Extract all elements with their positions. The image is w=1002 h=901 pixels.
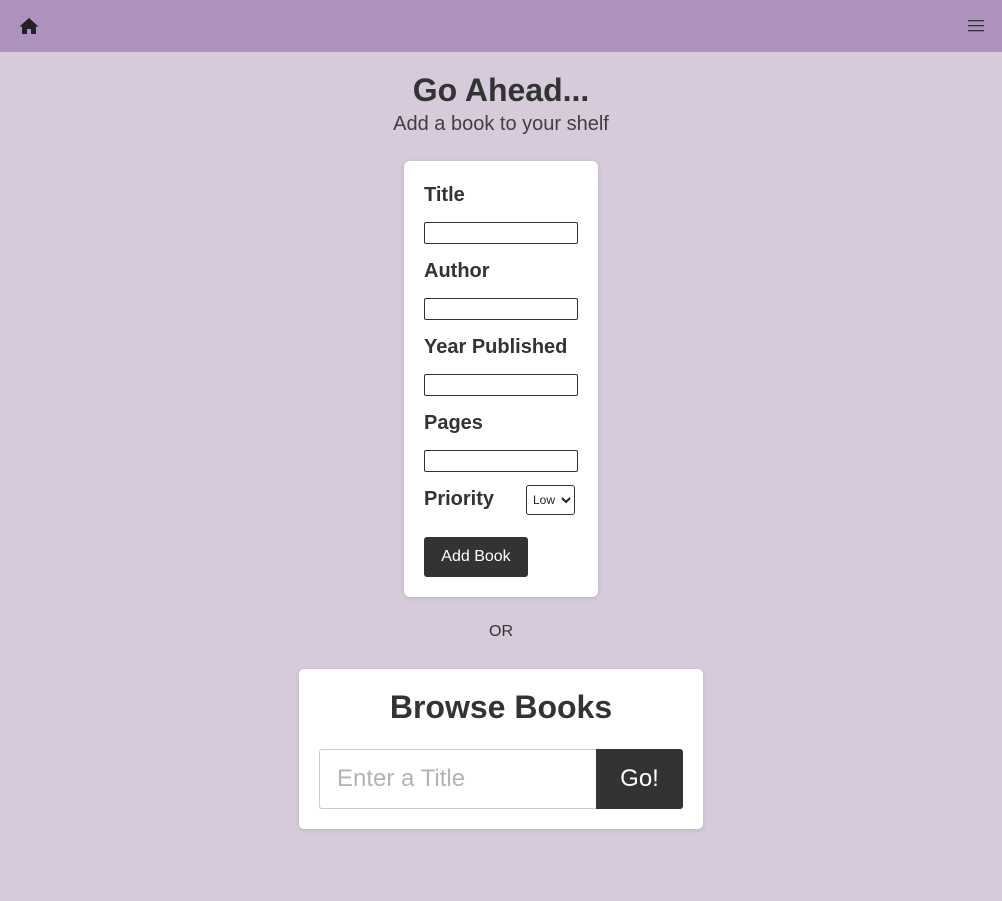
hamburger-menu-icon[interactable]	[967, 18, 985, 33]
title-label: Title	[424, 184, 465, 206]
browse-books-card: Browse Books Go!	[299, 669, 703, 829]
title-input[interactable]	[424, 222, 578, 244]
pages-input[interactable]	[424, 450, 578, 472]
title-search-input[interactable]	[319, 749, 597, 809]
page-title: Go Ahead...	[412, 72, 590, 108]
go-button[interactable]: Go!	[596, 749, 683, 809]
author-label: Author	[424, 260, 490, 282]
year-published-input[interactable]	[424, 374, 578, 396]
page-subtitle: Add a book to your shelf	[393, 113, 609, 135]
home-icon[interactable]	[17, 15, 41, 37]
pages-label: Pages	[424, 412, 483, 434]
year-published-label: Year Published	[424, 336, 568, 358]
priority-label: Priority	[424, 488, 495, 510]
add-book-form: Title Author Year Published Pages Priori…	[404, 161, 598, 597]
top-nav-bar	[0, 0, 1002, 52]
browse-books-title: Browse Books	[389, 689, 613, 725]
add-book-button[interactable]: Add Book	[424, 537, 528, 577]
or-divider: OR	[489, 623, 513, 640]
priority-select[interactable]: Low	[526, 485, 575, 515]
author-input[interactable]	[424, 298, 578, 320]
